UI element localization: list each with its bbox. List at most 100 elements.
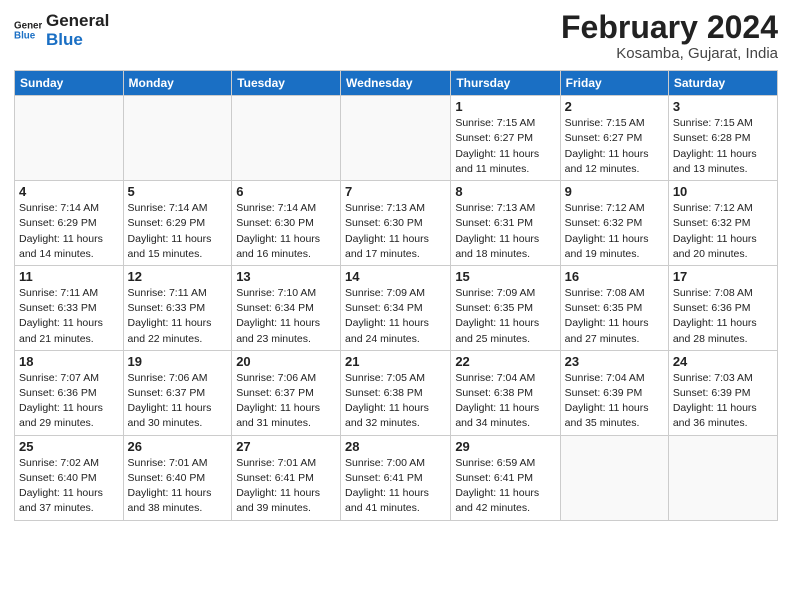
day-info: Sunrise: 7:14 AM Sunset: 6:30 PM Dayligh… [236, 201, 336, 262]
day-info: Sunrise: 7:01 AM Sunset: 6:40 PM Dayligh… [128, 456, 228, 517]
day-info: Sunrise: 7:08 AM Sunset: 6:36 PM Dayligh… [673, 286, 773, 347]
day-number: 26 [128, 439, 228, 454]
calendar-cell: 29 Sunrise: 6:59 AM Sunset: 6:41 PM Dayli… [451, 435, 560, 520]
day-number: 24 [673, 354, 773, 369]
page-header: General Blue General Blue February 2024 … [14, 10, 778, 62]
calendar-table: SundayMondayTuesdayWednesdayThursdayFrid… [14, 70, 778, 520]
calendar-cell: 22 Sunrise: 7:04 AM Sunset: 6:38 PM Dayli… [451, 350, 560, 435]
logo: General Blue General Blue [14, 10, 109, 49]
calendar-week-row: 11Sunrise: 7:11 AM Sunset: 6:33 PM Dayli… [15, 265, 778, 350]
calendar-cell: 23 Sunrise: 7:04 AM Sunset: 6:39 PM Dayli… [560, 350, 668, 435]
calendar-cell: 15 Sunrise: 7:09 AM Sunset: 6:35 PM Dayli… [451, 265, 560, 350]
calendar-week-row: 18Sunrise: 7:07 AM Sunset: 6:36 PM Dayli… [15, 350, 778, 435]
title-block: February 2024 Kosamba, Gujarat, India [561, 10, 778, 62]
calendar-cell: 20Sunrise: 7:06 AM Sunset: 6:37 PM Dayli… [232, 350, 341, 435]
svg-text:Blue: Blue [14, 30, 36, 41]
weekday-header: Friday [560, 71, 668, 96]
day-info: Sunrise: 7:13 AM Sunset: 6:31 PM Dayligh… [455, 201, 555, 262]
day-info: Sunrise: 7:04 AM Sunset: 6:38 PM Dayligh… [455, 371, 555, 432]
calendar-cell: 21 Sunrise: 7:05 AM Sunset: 6:38 PM Dayli… [341, 350, 451, 435]
calendar-cell: 13 Sunrise: 7:10 AM Sunset: 6:34 PM Dayli… [232, 265, 341, 350]
day-info: Sunrise: 7:10 AM Sunset: 6:34 PM Dayligh… [236, 286, 336, 347]
day-number: 28 [345, 439, 446, 454]
day-number: 13 [236, 269, 336, 284]
day-info: Sunrise: 7:05 AM Sunset: 6:38 PM Dayligh… [345, 371, 446, 432]
day-number: 21 [345, 354, 446, 369]
day-info: Sunrise: 7:09 AM Sunset: 6:35 PM Dayligh… [455, 286, 555, 347]
day-info: Sunrise: 7:02 AM Sunset: 6:40 PM Dayligh… [19, 456, 119, 517]
day-info: Sunrise: 7:11 AM Sunset: 6:33 PM Dayligh… [19, 286, 119, 347]
day-number: 9 [565, 184, 664, 199]
day-number: 27 [236, 439, 336, 454]
calendar-week-row: 1 Sunrise: 7:15 AM Sunset: 6:27 PM Daylig… [15, 96, 778, 181]
weekday-header: Wednesday [341, 71, 451, 96]
day-info: Sunrise: 7:13 AM Sunset: 6:30 PM Dayligh… [345, 201, 446, 262]
logo-general: General [46, 12, 109, 31]
weekday-header: Monday [123, 71, 232, 96]
calendar-cell: 4 Sunrise: 7:14 AM Sunset: 6:29 PM Daylig… [15, 181, 124, 266]
day-number: 10 [673, 184, 773, 199]
calendar-cell [560, 435, 668, 520]
calendar-cell: 28Sunrise: 7:00 AM Sunset: 6:41 PM Dayli… [341, 435, 451, 520]
day-number: 15 [455, 269, 555, 284]
day-number: 2 [565, 99, 664, 114]
day-info: Sunrise: 7:08 AM Sunset: 6:35 PM Dayligh… [565, 286, 664, 347]
calendar-cell: 16 Sunrise: 7:08 AM Sunset: 6:35 PM Dayli… [560, 265, 668, 350]
day-info: Sunrise: 7:11 AM Sunset: 6:33 PM Dayligh… [128, 286, 228, 347]
calendar-cell: 3 Sunrise: 7:15 AM Sunset: 6:28 PM Daylig… [668, 96, 777, 181]
day-number: 17 [673, 269, 773, 284]
calendar-cell: 11Sunrise: 7:11 AM Sunset: 6:33 PM Dayli… [15, 265, 124, 350]
day-number: 29 [455, 439, 555, 454]
day-number: 8 [455, 184, 555, 199]
weekday-header: Saturday [668, 71, 777, 96]
calendar-cell: 1 Sunrise: 7:15 AM Sunset: 6:27 PM Daylig… [451, 96, 560, 181]
calendar-cell: 8 Sunrise: 7:13 AM Sunset: 6:31 PM Daylig… [451, 181, 560, 266]
day-number: 20 [236, 354, 336, 369]
location-subtitle: Kosamba, Gujarat, India [561, 45, 778, 62]
day-info: Sunrise: 7:14 AM Sunset: 6:29 PM Dayligh… [19, 201, 119, 262]
day-info: Sunrise: 7:15 AM Sunset: 6:27 PM Dayligh… [565, 116, 664, 177]
day-info: Sunrise: 7:04 AM Sunset: 6:39 PM Dayligh… [565, 371, 664, 432]
calendar-cell [668, 435, 777, 520]
day-info: Sunrise: 7:09 AM Sunset: 6:34 PM Dayligh… [345, 286, 446, 347]
day-info: Sunrise: 7:12 AM Sunset: 6:32 PM Dayligh… [565, 201, 664, 262]
day-number: 3 [673, 99, 773, 114]
calendar-cell: 10Sunrise: 7:12 AM Sunset: 6:32 PM Dayli… [668, 181, 777, 266]
calendar-cell [15, 96, 124, 181]
day-number: 22 [455, 354, 555, 369]
calendar-cell [123, 96, 232, 181]
calendar-cell: 12 Sunrise: 7:11 AM Sunset: 6:33 PM Dayli… [123, 265, 232, 350]
logo-blue: Blue [46, 31, 109, 50]
day-info: Sunrise: 7:15 AM Sunset: 6:28 PM Dayligh… [673, 116, 773, 177]
page-container: General Blue General Blue February 2024 … [0, 0, 792, 529]
day-number: 23 [565, 354, 664, 369]
day-number: 1 [455, 99, 555, 114]
calendar-cell: 19 Sunrise: 7:06 AM Sunset: 6:37 PM Dayli… [123, 350, 232, 435]
day-number: 19 [128, 354, 228, 369]
day-number: 12 [128, 269, 228, 284]
calendar-cell: 5 Sunrise: 7:14 AM Sunset: 6:29 PM Daylig… [123, 181, 232, 266]
day-number: 16 [565, 269, 664, 284]
calendar-cell: 26 Sunrise: 7:01 AM Sunset: 6:40 PM Dayli… [123, 435, 232, 520]
weekday-header: Sunday [15, 71, 124, 96]
day-info: Sunrise: 7:14 AM Sunset: 6:29 PM Dayligh… [128, 201, 228, 262]
day-info: Sunrise: 7:07 AM Sunset: 6:36 PM Dayligh… [19, 371, 119, 432]
day-info: Sunrise: 7:06 AM Sunset: 6:37 PM Dayligh… [128, 371, 228, 432]
calendar-cell [232, 96, 341, 181]
day-number: 7 [345, 184, 446, 199]
calendar-cell: 24Sunrise: 7:03 AM Sunset: 6:39 PM Dayli… [668, 350, 777, 435]
day-info: Sunrise: 7:01 AM Sunset: 6:41 PM Dayligh… [236, 456, 336, 517]
day-info: Sunrise: 7:15 AM Sunset: 6:27 PM Dayligh… [455, 116, 555, 177]
calendar-week-row: 25 Sunrise: 7:02 AM Sunset: 6:40 PM Dayli… [15, 435, 778, 520]
day-info: Sunrise: 6:59 AM Sunset: 6:41 PM Dayligh… [455, 456, 555, 517]
weekday-header: Tuesday [232, 71, 341, 96]
day-number: 5 [128, 184, 228, 199]
calendar-cell: 9 Sunrise: 7:12 AM Sunset: 6:32 PM Daylig… [560, 181, 668, 266]
day-number: 14 [345, 269, 446, 284]
day-number: 4 [19, 184, 119, 199]
calendar-cell: 25 Sunrise: 7:02 AM Sunset: 6:40 PM Dayli… [15, 435, 124, 520]
calendar-cell: 18Sunrise: 7:07 AM Sunset: 6:36 PM Dayli… [15, 350, 124, 435]
day-number: 25 [19, 439, 119, 454]
calendar-cell: 14 Sunrise: 7:09 AM Sunset: 6:34 PM Dayli… [341, 265, 451, 350]
month-title: February 2024 [561, 10, 778, 45]
